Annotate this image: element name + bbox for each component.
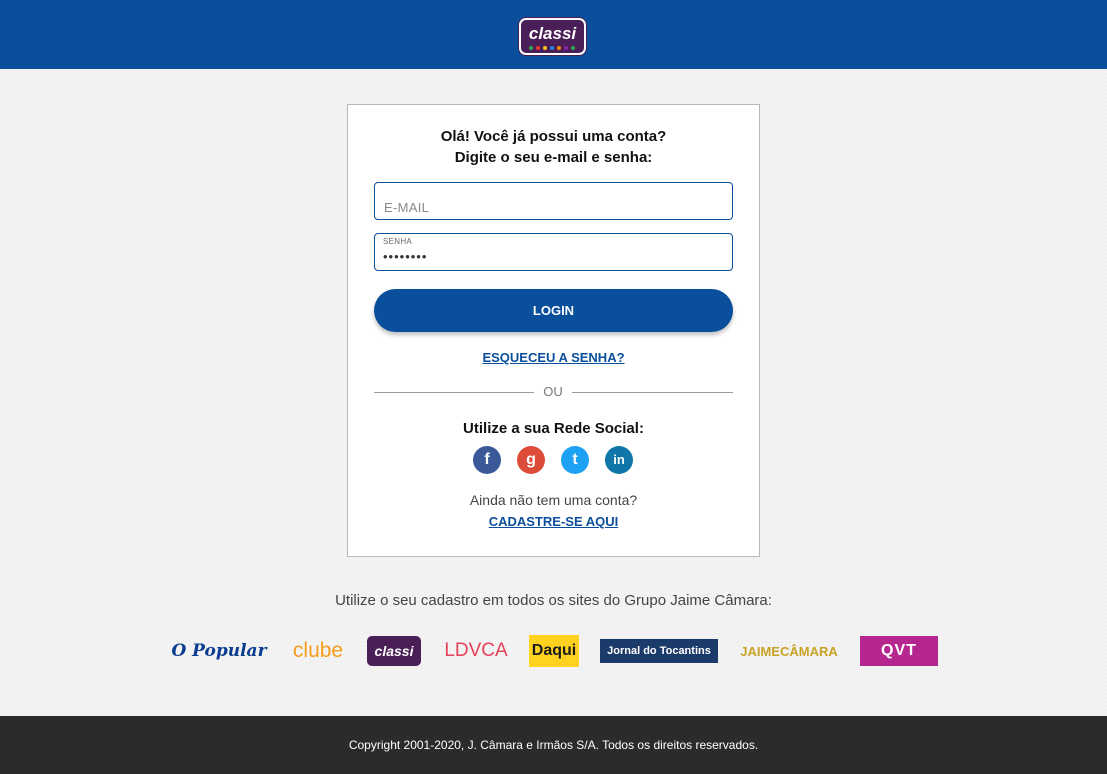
- logo-ldvca[interactable]: LDVCA: [444, 632, 508, 670]
- forgot-password-link[interactable]: ESQUECEU A SENHA?: [348, 350, 759, 365]
- login-card: Olá! Você já possui uma conta? Digite o …: [347, 104, 760, 557]
- password-value: ••••••••: [383, 249, 428, 264]
- login-button[interactable]: LOGIN: [374, 289, 733, 332]
- classi-logo-text: classi: [528, 24, 577, 43]
- logo-clube[interactable]: clube: [293, 632, 343, 670]
- no-account-text: Ainda não tem uma conta?: [469, 492, 638, 508]
- google-plus-icon[interactable]: g: [517, 446, 545, 474]
- logo-qvt[interactable]: QVT: [860, 636, 938, 666]
- logo-o-popular[interactable]: O Popular: [166, 632, 272, 670]
- group-sites-text: Utilize o seu cadastro em todos os sites…: [335, 592, 772, 609]
- footer: Copyright 2001-2020, J. Câmara e Irmãos …: [0, 716, 1107, 774]
- top-header: classi: [0, 0, 1107, 69]
- divider-or: OU: [534, 384, 572, 399]
- group-logos: O Popular clube classi LDVCA Daqui Jorna…: [0, 632, 1107, 670]
- greeting-line-2: Digite o seu e-mail e senha:: [454, 149, 653, 166]
- classi-logo[interactable]: classi: [519, 18, 586, 55]
- facebook-icon[interactable]: f: [473, 446, 501, 474]
- email-field[interactable]: E-MAIL: [374, 182, 733, 220]
- copyright-text: Copyright 2001-2020, J. Câmara e Irmãos …: [348, 738, 759, 752]
- email-placeholder: E-MAIL: [384, 200, 430, 215]
- logo-daqui[interactable]: Daqui: [529, 635, 579, 667]
- register-link[interactable]: CADASTRE-SE AQUI: [348, 514, 759, 529]
- logo-classi[interactable]: classi: [367, 636, 421, 666]
- twitter-icon[interactable]: t: [561, 446, 589, 474]
- linkedin-icon[interactable]: in: [605, 446, 633, 474]
- password-field[interactable]: SENHA ••••••••: [374, 233, 733, 271]
- logo-jaime-camara[interactable]: JAIMECÂMARA: [739, 632, 839, 670]
- password-label: SENHA: [383, 237, 413, 246]
- social-title: Utilize a sua Rede Social:: [463, 420, 644, 437]
- logo-jornal-do-tocantins[interactable]: Jornal do Tocantins: [600, 639, 718, 663]
- logo-dots: [529, 46, 575, 50]
- greeting-line-1: Olá! Você já possui uma conta?: [440, 128, 667, 145]
- social-login-row: f g t in: [473, 446, 637, 474]
